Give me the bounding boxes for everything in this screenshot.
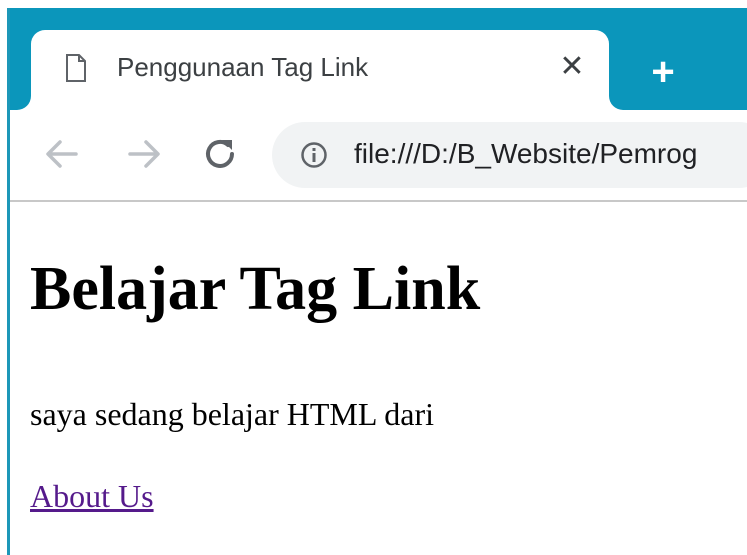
tab-left-curve: [17, 96, 31, 110]
page-icon: [66, 54, 86, 82]
toolbar: file:///D:/B_Website/Pemrog: [10, 110, 747, 202]
forward-arrow-icon[interactable]: [122, 132, 166, 176]
window-left-edge: [7, 8, 10, 555]
browser-window: Penggunaan Tag Link ✕ + file:///D:/B_Web…: [0, 0, 747, 555]
close-icon[interactable]: ✕: [557, 52, 587, 82]
tab-active[interactable]: Penggunaan Tag Link ✕: [17, 30, 623, 110]
page-content: Belajar Tag Link saya sedang belajar HTM…: [10, 202, 747, 555]
page-heading: Belajar Tag Link: [30, 255, 481, 323]
info-icon[interactable]: [300, 141, 328, 169]
tab-right-curve: [609, 96, 623, 110]
new-tab-button[interactable]: +: [643, 52, 683, 92]
about-us-link[interactable]: About Us: [30, 480, 154, 512]
page-paragraph: saya sedang belajar HTML dari: [30, 396, 434, 432]
url-text: file:///D:/B_Website/Pemrog: [354, 138, 698, 169]
reload-icon[interactable]: [198, 132, 242, 176]
back-arrow-icon[interactable]: [40, 132, 84, 176]
address-bar[interactable]: file:///D:/B_Website/Pemrog: [272, 122, 747, 188]
tab-title: Penggunaan Tag Link: [117, 52, 369, 82]
tab-strip: Penggunaan Tag Link ✕ +: [7, 8, 747, 110]
